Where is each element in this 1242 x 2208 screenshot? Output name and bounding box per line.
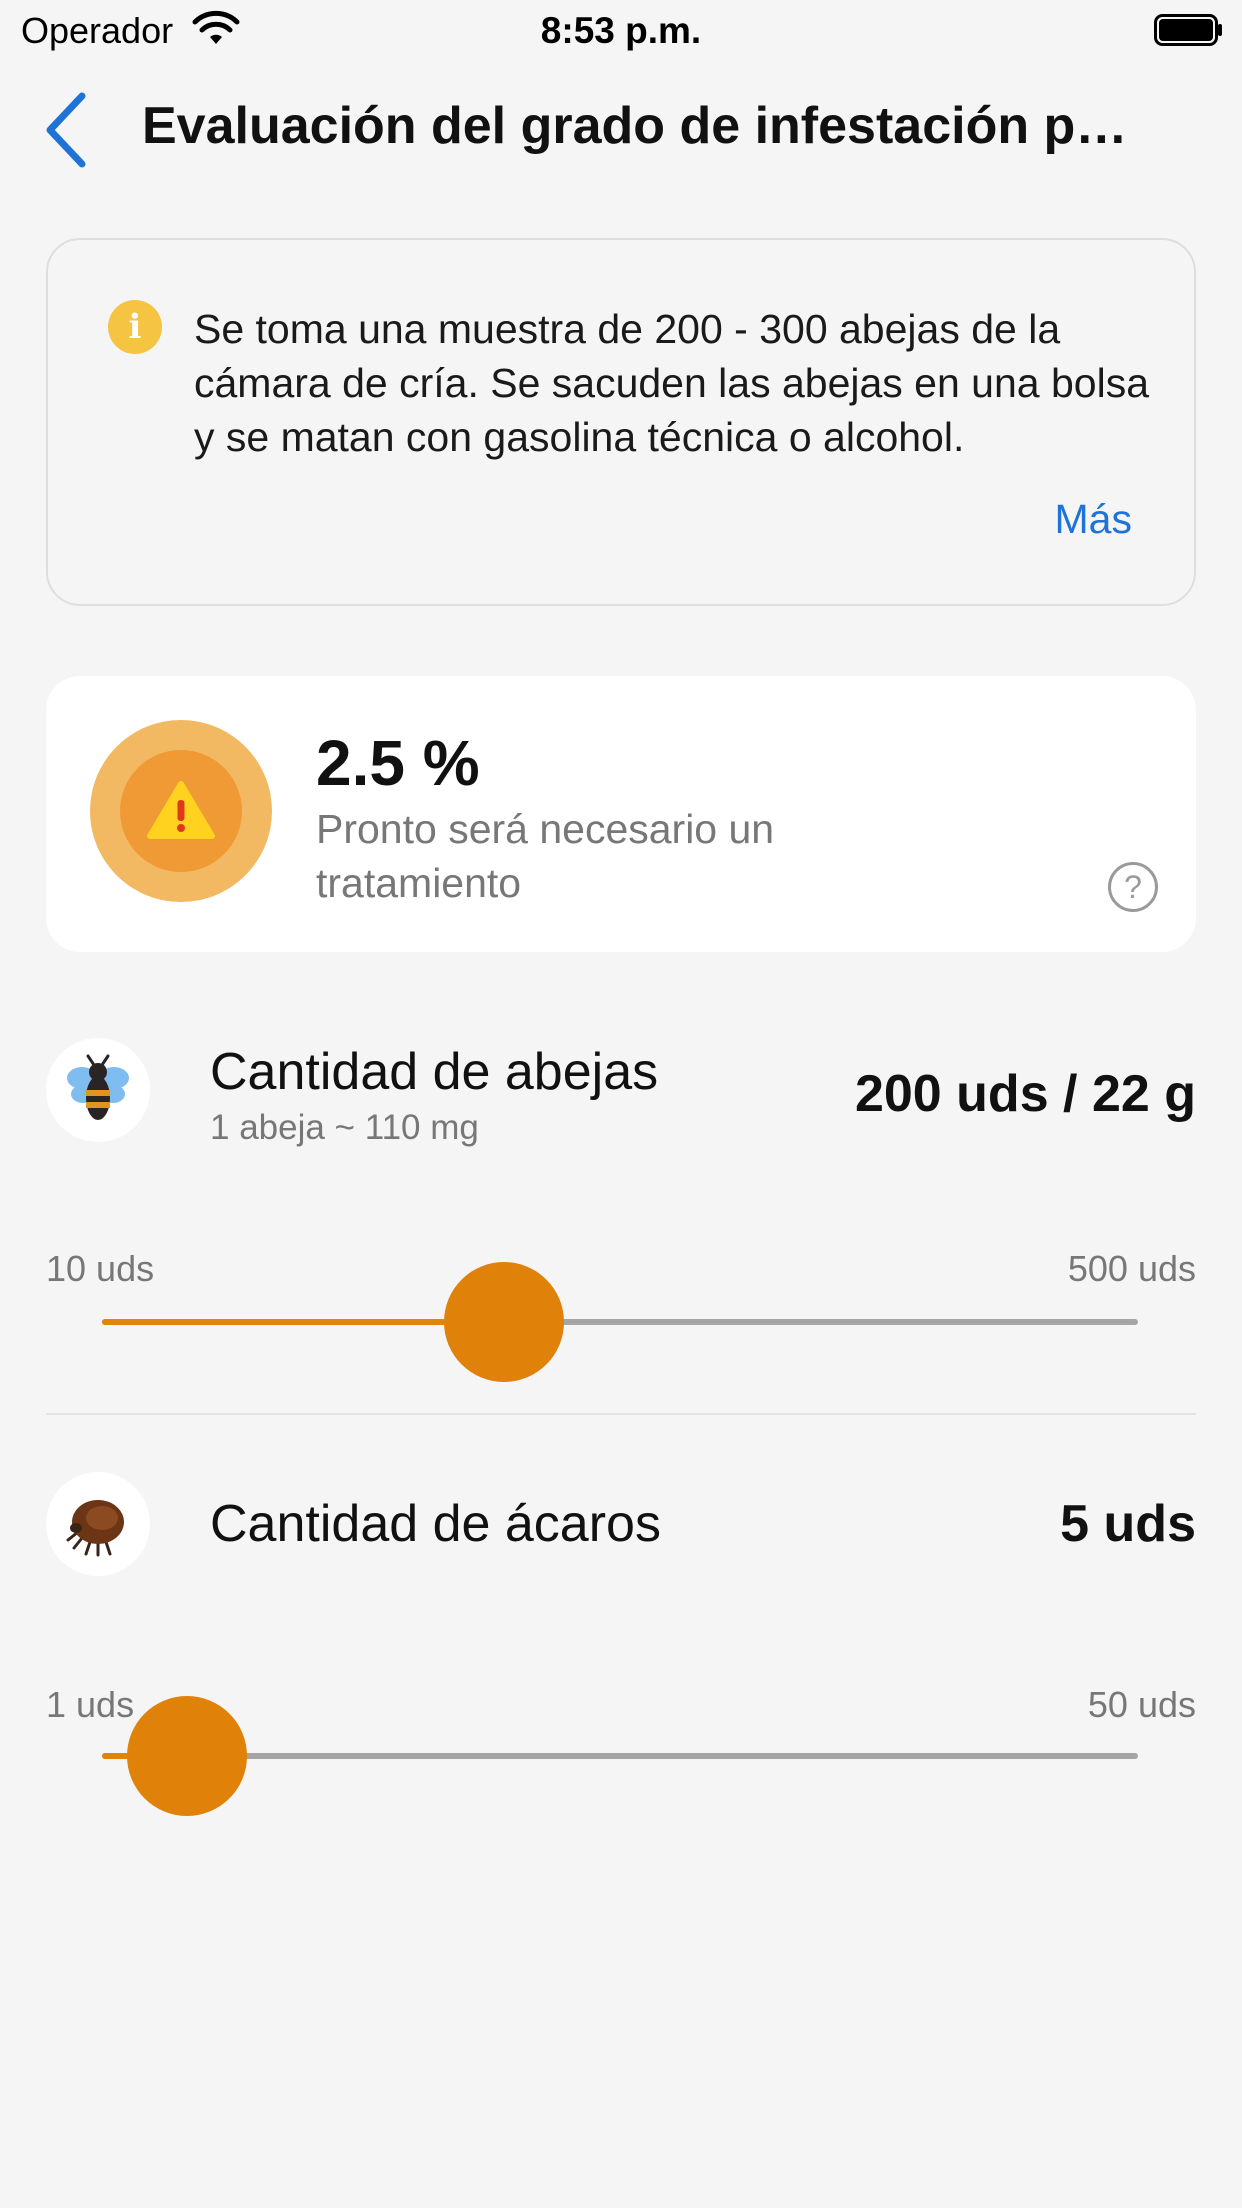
mite-icon <box>66 1500 124 1557</box>
status-badge-inner <box>120 750 242 872</box>
chevron-left-icon <box>46 92 86 168</box>
status-bar: Operador 8:53 p.m. <box>0 0 1242 62</box>
mites-slider-thumb[interactable] <box>126 1696 247 1816</box>
mites-slider[interactable] <box>102 1696 1138 1816</box>
bees-slider-thumb[interactable] <box>443 1262 564 1382</box>
mites-value: 5 uds <box>1060 1495 1196 1553</box>
status-time: 8:53 p.m. <box>540 10 702 51</box>
mites-label: Cantidad de ácaros <box>210 1495 661 1553</box>
mite-avatar <box>46 1472 150 1576</box>
info-card: i Se toma una muestra de 200 - 300 abeja… <box>46 238 1196 606</box>
mites-slider-track <box>102 1753 1138 1759</box>
more-link[interactable]: Más <box>1055 496 1132 543</box>
page-title: Evaluación del grado de infestación por … <box>142 97 1142 155</box>
bees-slider[interactable] <box>102 1262 1138 1382</box>
bees-label: Cantidad de abejas <box>210 1043 659 1101</box>
bees-sublabel: 1 abeja ~ 110 mg <box>210 1108 479 1147</box>
result-message: Pronto será necesario un tratamiento <box>316 806 775 906</box>
info-icon: i <box>108 300 162 354</box>
result-card: 2.5 % Pronto será necesario un tratamien… <box>46 676 1196 952</box>
info-text: Se toma una muestra de 200 - 300 abejas … <box>194 306 1149 460</box>
bees-value: 200 uds / 22 g <box>854 1065 1196 1123</box>
bee-icon <box>67 1054 129 1120</box>
back-button[interactable] <box>36 90 96 170</box>
question-circle-icon[interactable]: ? <box>1108 862 1158 912</box>
section-divider <box>46 1413 1196 1415</box>
battery-icon <box>1154 14 1222 46</box>
infestation-percent: 2.5 % <box>316 727 480 799</box>
warning-icon <box>147 781 215 839</box>
bee-avatar <box>46 1038 150 1142</box>
navigation-bar: Evaluación del grado de infestación por … <box>0 62 1242 202</box>
status-badge <box>90 720 272 902</box>
